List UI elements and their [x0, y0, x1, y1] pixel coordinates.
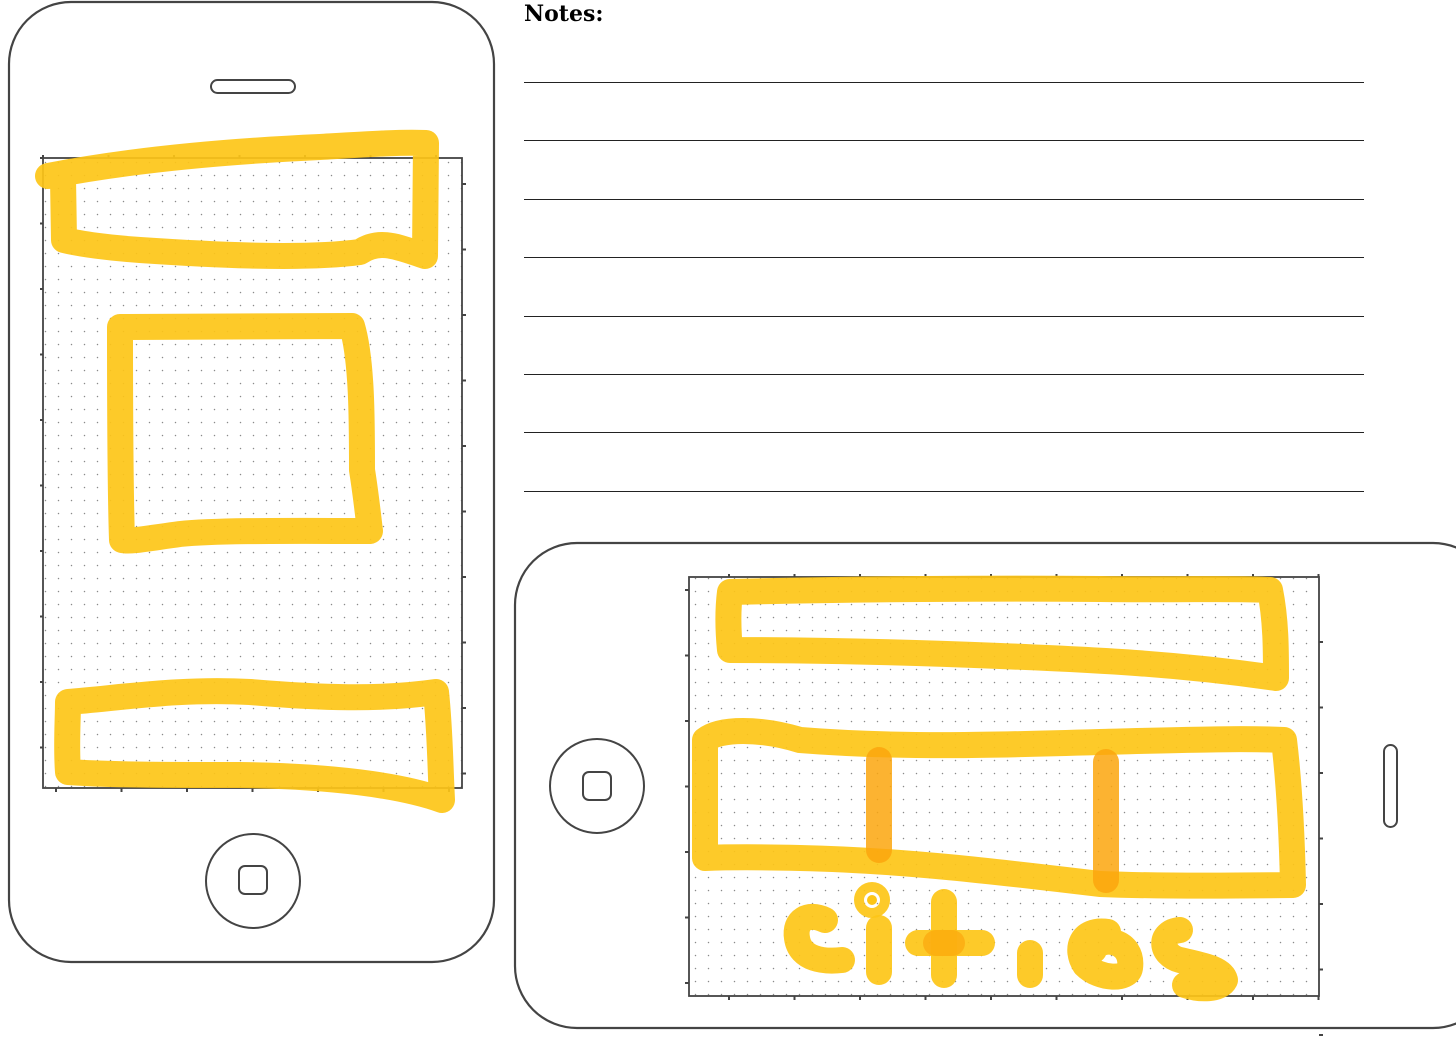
home-button-icon [205, 833, 301, 929]
speaker-slot-icon [210, 79, 296, 94]
portrait-phone [7, 0, 496, 964]
home-button-icon [549, 738, 645, 834]
sketch-canvas [7, 0, 1456, 1036]
speaker-slot-icon [1383, 744, 1398, 828]
landscape-phone [513, 541, 1456, 1036]
